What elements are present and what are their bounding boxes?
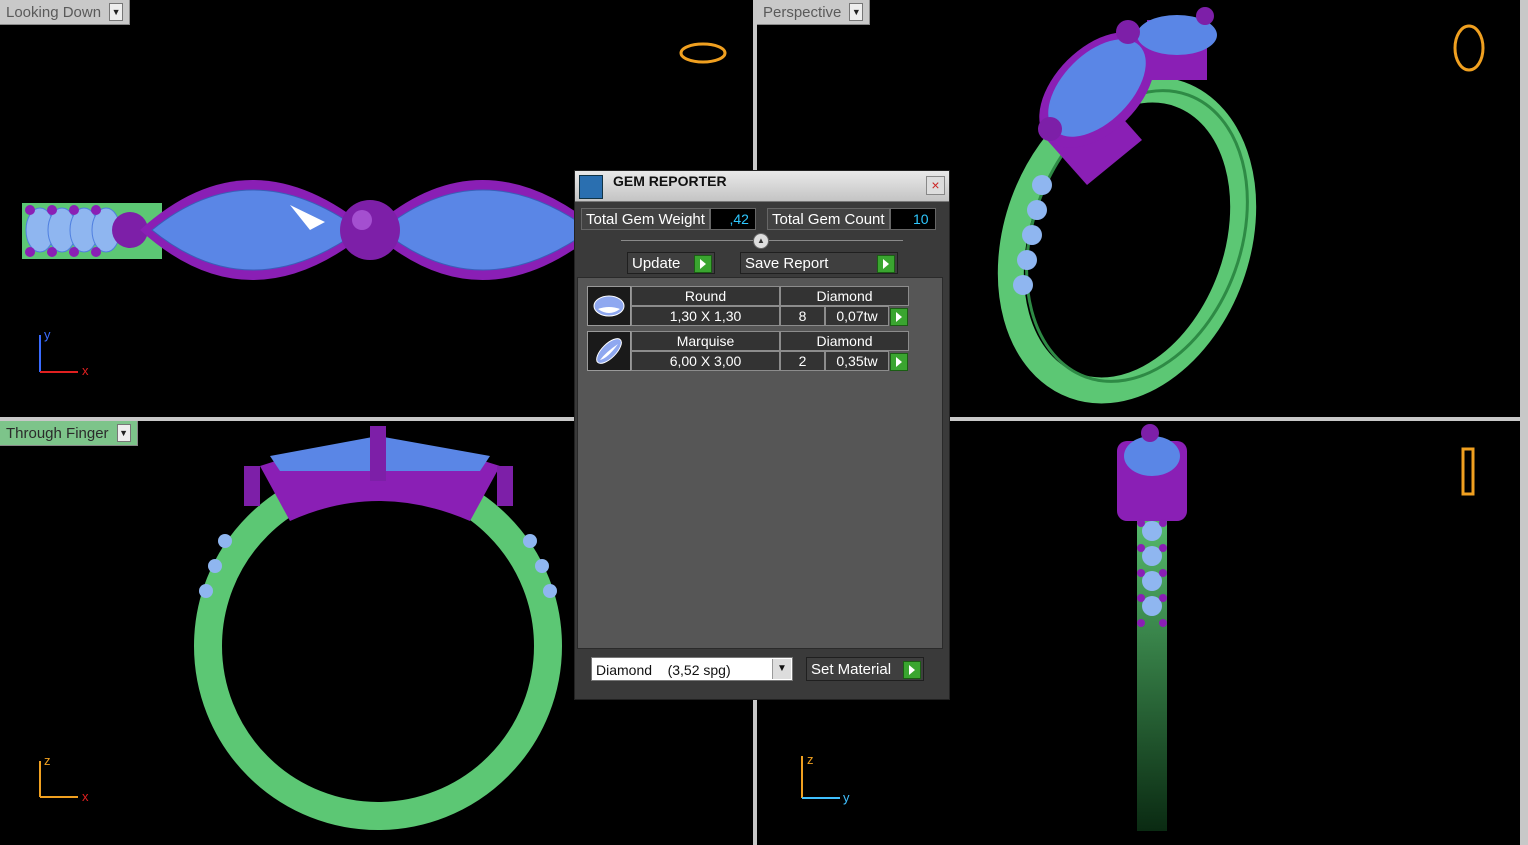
close-icon[interactable]: × bbox=[926, 176, 945, 195]
gem-weight: 0,35tw bbox=[825, 351, 889, 371]
gem-type: Diamond bbox=[780, 286, 909, 306]
material-select[interactable]: Diamond (3,52 spg) ▼ bbox=[591, 657, 793, 681]
gem-count: 8 bbox=[780, 306, 825, 326]
gem-shape: Marquise bbox=[631, 331, 780, 351]
gem-row-marquise[interactable]: Marquise Diamond 6,00 X 3,00 2 0,35tw bbox=[587, 331, 909, 371]
gem-shape: Round bbox=[631, 286, 780, 306]
gem-row-round[interactable]: Round Diamond 1,30 X 1,30 8 0,07tw bbox=[587, 286, 909, 326]
total-count-field: Total Gem Count 10 bbox=[767, 208, 936, 230]
play-arrow-icon[interactable] bbox=[890, 308, 908, 326]
view-selector-looking-down[interactable]: Looking Down ▼ bbox=[0, 0, 131, 25]
total-weight-label: Total Gem Weight bbox=[581, 208, 710, 230]
axis-z-label: z bbox=[44, 753, 51, 768]
gem-list: Round Diamond 1,30 X 1,30 8 0,07tw Marqu… bbox=[577, 277, 943, 649]
play-arrow-icon[interactable] bbox=[694, 255, 712, 273]
gem-type: Diamond bbox=[780, 331, 909, 351]
set-material-label: Set Material bbox=[811, 661, 892, 678]
panel-title-bar[interactable]: GEM REPORTER × bbox=[575, 171, 949, 202]
view-selector-through-finger[interactable]: Through Finger ▼ bbox=[0, 421, 138, 446]
gem-reporter-panel: GEM REPORTER × Total Gem Weight ,42 Tota… bbox=[574, 170, 950, 700]
total-weight-value: ,42 bbox=[709, 208, 756, 230]
play-arrow-icon[interactable] bbox=[877, 255, 895, 273]
gem-count: 2 bbox=[780, 351, 825, 371]
set-material-button[interactable]: Set Material bbox=[806, 657, 924, 681]
play-arrow-icon[interactable] bbox=[890, 353, 908, 371]
chevron-down-icon[interactable]: ▼ bbox=[849, 3, 864, 21]
view-selector-perspective[interactable]: Perspective ▼ bbox=[757, 0, 871, 25]
view-label: Perspective bbox=[763, 3, 842, 21]
view-label: Through Finger bbox=[6, 424, 109, 442]
save-report-label: Save Report bbox=[745, 255, 829, 272]
collapse-handle-icon[interactable]: ▲ bbox=[753, 233, 769, 249]
round-gem-icon bbox=[587, 286, 631, 326]
gem-size: 6,00 X 3,00 bbox=[631, 351, 780, 371]
chevron-down-icon[interactable]: ▼ bbox=[109, 3, 124, 21]
axis-y-label: y bbox=[843, 790, 850, 805]
chevron-down-icon[interactable]: ▼ bbox=[116, 424, 131, 442]
material-select-value: Diamond (3,52 spg) bbox=[596, 662, 731, 678]
total-weight-field: Total Gem Weight ,42 bbox=[581, 208, 756, 230]
axis-x-label: x bbox=[82, 363, 89, 378]
total-count-label: Total Gem Count bbox=[767, 208, 890, 230]
gem-size: 1,30 X 1,30 bbox=[631, 306, 780, 326]
update-button[interactable]: Update bbox=[627, 252, 715, 274]
play-arrow-icon[interactable] bbox=[903, 661, 921, 679]
chevron-down-icon[interactable]: ▼ bbox=[772, 659, 791, 679]
axis-x-label: x bbox=[82, 789, 89, 804]
view-label: Looking Down bbox=[6, 3, 102, 21]
update-label: Update bbox=[632, 255, 681, 272]
gem-weight: 0,07tw bbox=[825, 306, 889, 326]
total-count-value: 10 bbox=[889, 208, 936, 230]
axis-z-label: z bbox=[807, 752, 814, 767]
panel-title: GEM REPORTER bbox=[613, 173, 727, 189]
marquise-gem-icon bbox=[587, 331, 631, 371]
save-report-button[interactable]: Save Report bbox=[740, 252, 898, 274]
gem-reporter-icon bbox=[579, 175, 603, 199]
axis-y-label: y bbox=[44, 327, 51, 342]
